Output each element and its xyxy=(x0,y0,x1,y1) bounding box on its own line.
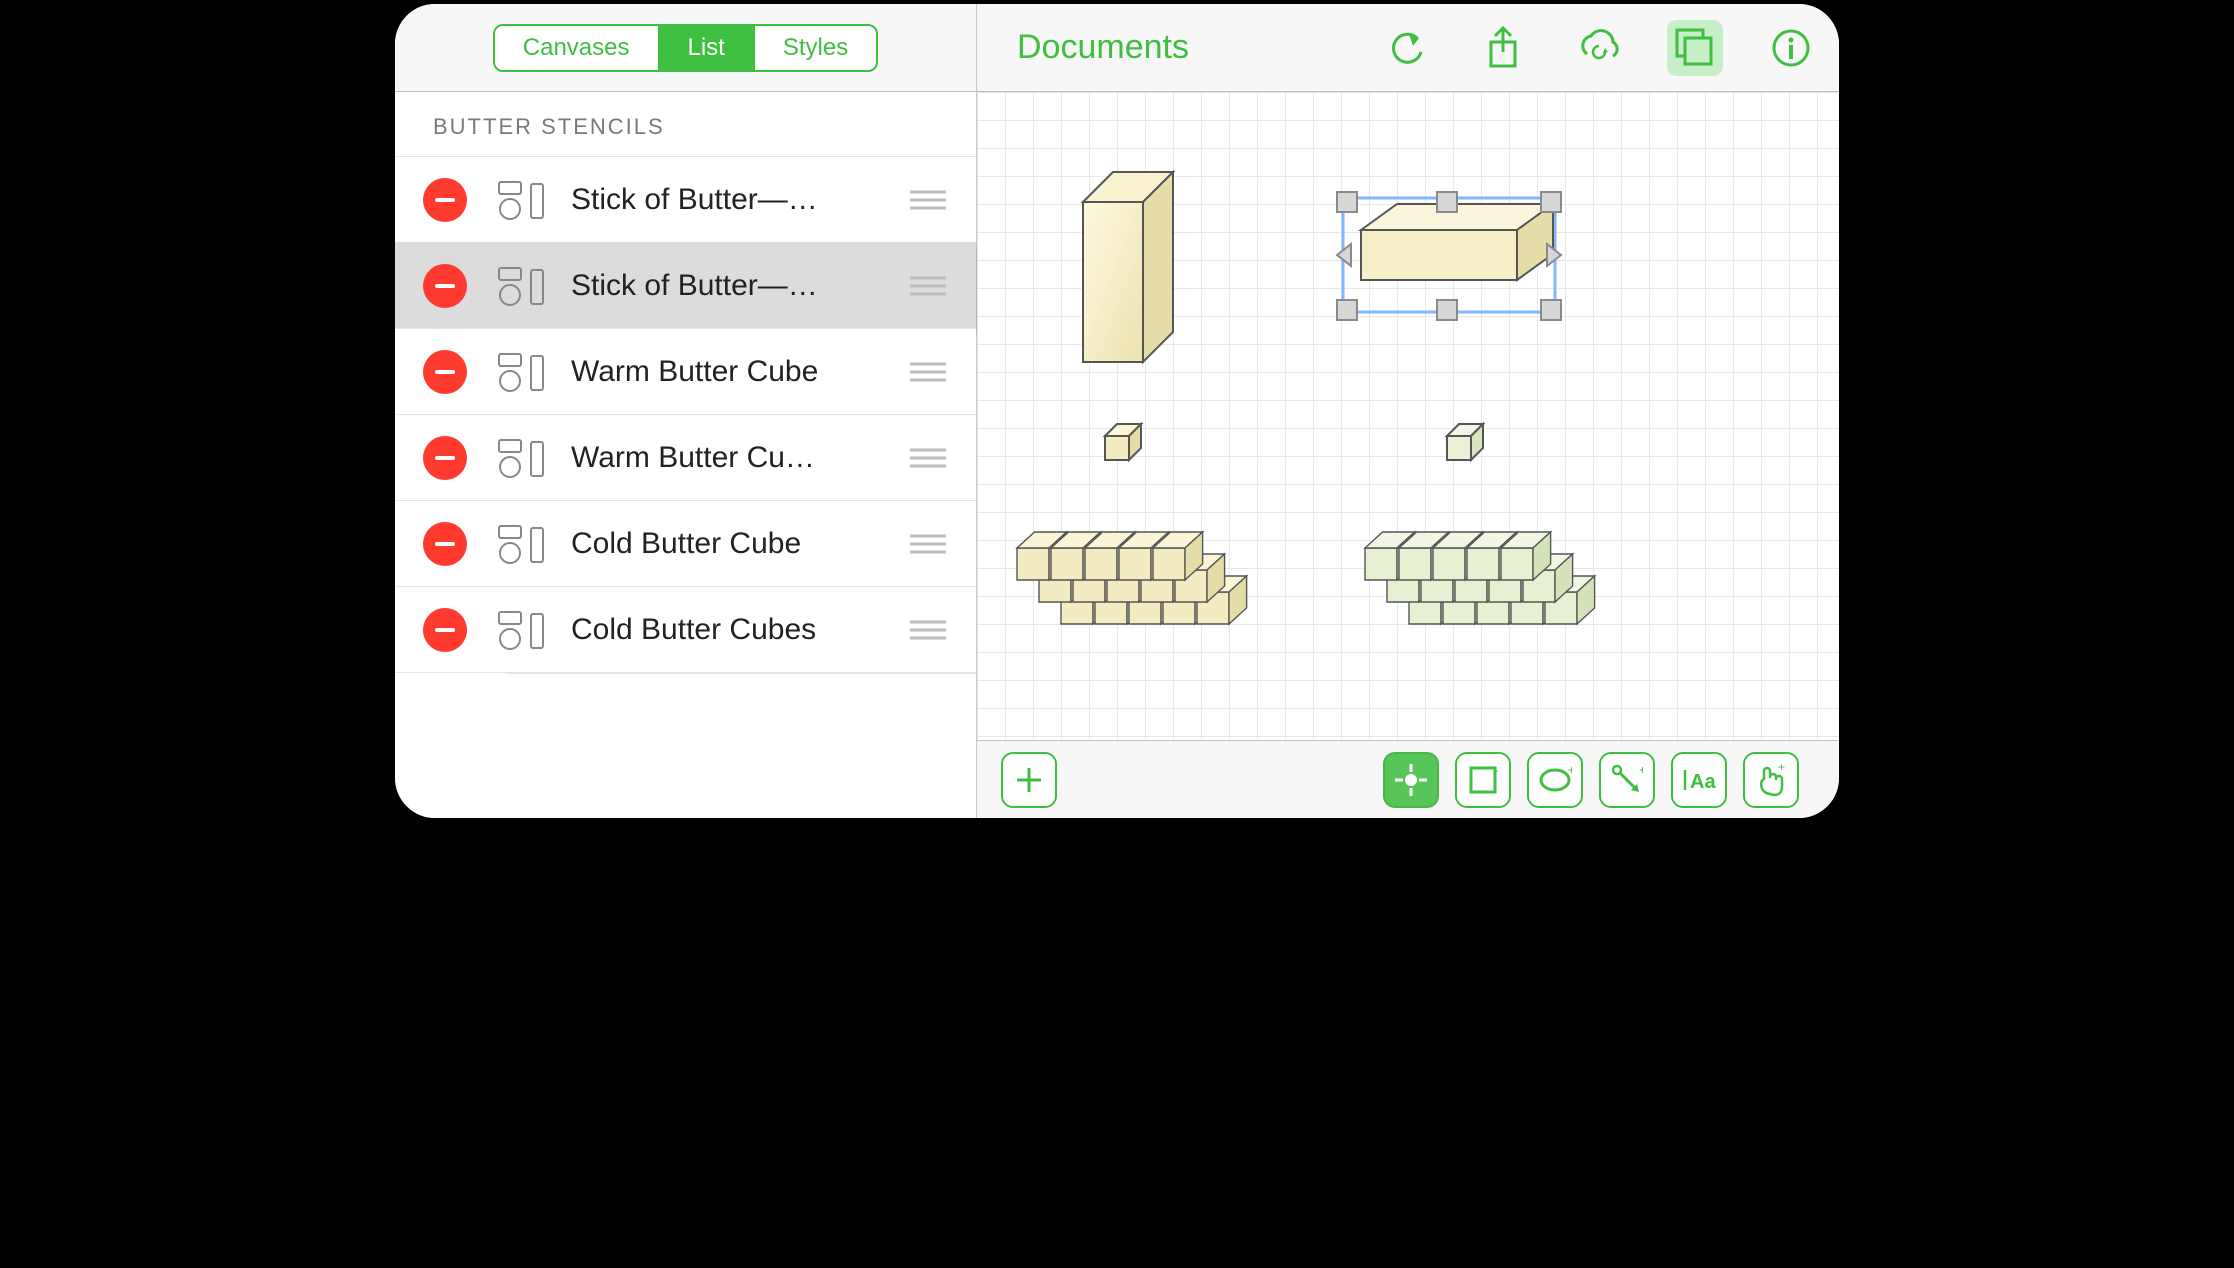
canvas-shape-warm-cubes-grid[interactable] xyxy=(999,494,1279,634)
item-label: Stick of Butter—… xyxy=(571,183,910,217)
canvas-shape-cold-cube[interactable] xyxy=(1439,416,1495,468)
plus-icon xyxy=(1015,766,1043,794)
sidebar: Canvases List Styles BUTTER STENCILS Sti… xyxy=(395,4,977,818)
undo-button[interactable] xyxy=(1379,20,1435,76)
tab-styles[interactable]: Styles xyxy=(753,26,876,70)
minus-icon xyxy=(435,284,455,288)
main-pane: Documents xyxy=(977,4,1839,818)
item-label: Warm Butter Cu… xyxy=(571,441,910,475)
hand-icon: + xyxy=(1756,763,1786,797)
list-item[interactable]: Warm Butter Cube xyxy=(395,329,976,415)
list-item[interactable]: Warm Butter Cu… xyxy=(395,415,976,501)
rect-tool-button[interactable]: + xyxy=(1455,752,1511,808)
list-item[interactable]: Stick of Butter—… xyxy=(395,157,976,243)
minus-icon xyxy=(435,198,455,202)
info-icon xyxy=(1771,28,1811,68)
item-label: Stick of Butter—… xyxy=(571,269,910,303)
app-window: Canvases List Styles BUTTER STENCILS Sti… xyxy=(391,0,1843,822)
drag-handle-icon[interactable] xyxy=(910,448,946,468)
share-button[interactable] xyxy=(1475,20,1531,76)
shape-group-icon xyxy=(495,524,547,564)
add-shape-button[interactable] xyxy=(1001,752,1057,808)
minus-icon xyxy=(435,370,455,374)
shape-group-icon xyxy=(495,180,547,220)
canvas-shape-stick-horizontal-selected[interactable] xyxy=(1337,180,1577,340)
delete-button[interactable] xyxy=(423,436,467,480)
shape-group-icon xyxy=(495,352,547,392)
list-item[interactable]: Cold Butter Cubes xyxy=(395,587,976,673)
item-label: Warm Butter Cube xyxy=(571,355,910,389)
top-toolbar: Documents xyxy=(977,4,1839,92)
documents-back-button[interactable]: Documents xyxy=(1017,28,1189,67)
tab-canvases[interactable]: Canvases xyxy=(495,26,658,70)
share-icon xyxy=(1483,26,1523,70)
item-label: Cold Butter Cubes xyxy=(571,613,910,647)
layers-icon xyxy=(1673,26,1717,70)
text-tool-button[interactable]: Aa xyxy=(1671,752,1727,808)
bottom-toolbar: + + + Aa + xyxy=(977,740,1839,818)
text-icon: Aa xyxy=(1682,766,1716,794)
canvas-shape-warm-cube[interactable] xyxy=(1097,416,1153,468)
line-icon: + xyxy=(1611,764,1643,796)
ellipse-icon: + xyxy=(1538,766,1572,794)
tab-list[interactable]: List xyxy=(658,26,753,70)
shape-group-icon xyxy=(495,438,547,478)
delete-button[interactable] xyxy=(423,264,467,308)
layers-button[interactable] xyxy=(1667,20,1723,76)
delete-button[interactable] xyxy=(423,350,467,394)
item-label: Cold Butter Cube xyxy=(571,527,910,561)
drag-handle-icon[interactable] xyxy=(910,620,946,640)
info-button[interactable] xyxy=(1763,20,1819,76)
minus-icon xyxy=(435,456,455,460)
sync-button[interactable] xyxy=(1571,20,1627,76)
shape-group-icon xyxy=(495,266,547,306)
delete-button[interactable] xyxy=(423,178,467,222)
minus-icon xyxy=(435,542,455,546)
canvas[interactable] xyxy=(977,92,1839,740)
list-item[interactable]: Cold Butter Cube xyxy=(395,501,976,587)
touch-tool-button[interactable]: + xyxy=(1743,752,1799,808)
svg-text:+: + xyxy=(1639,764,1643,777)
sidebar-tabs-container: Canvases List Styles xyxy=(395,4,976,92)
minus-icon xyxy=(435,628,455,632)
square-icon: + xyxy=(1468,765,1498,795)
delete-button[interactable] xyxy=(423,608,467,652)
crosshair-icon xyxy=(1395,764,1427,796)
point-tool-button[interactable] xyxy=(1383,752,1439,808)
drag-handle-icon[interactable] xyxy=(910,534,946,554)
drag-handle-icon[interactable] xyxy=(910,190,946,210)
line-tool-button[interactable]: + xyxy=(1599,752,1655,808)
drag-handle-icon[interactable] xyxy=(910,276,946,296)
ellipse-tool-button[interactable]: + xyxy=(1527,752,1583,808)
svg-text:Aa: Aa xyxy=(1690,771,1716,793)
undo-icon xyxy=(1387,28,1427,68)
sidebar-segmented-control: Canvases List Styles xyxy=(493,24,878,72)
delete-button[interactable] xyxy=(423,522,467,566)
cloud-sync-icon xyxy=(1575,28,1623,68)
canvas-shape-stick-vertical[interactable] xyxy=(1063,162,1183,382)
drag-handle-icon[interactable] xyxy=(910,362,946,382)
divider xyxy=(507,673,976,674)
svg-text:+: + xyxy=(1568,766,1572,777)
shape-group-icon xyxy=(495,610,547,650)
canvas-shape-cold-cubes-grid[interactable] xyxy=(1347,494,1627,634)
svg-text:+: + xyxy=(1778,763,1785,774)
list-item[interactable]: Stick of Butter—… xyxy=(395,243,976,329)
svg-text:+: + xyxy=(1495,765,1498,778)
section-header: BUTTER STENCILS xyxy=(395,92,976,157)
